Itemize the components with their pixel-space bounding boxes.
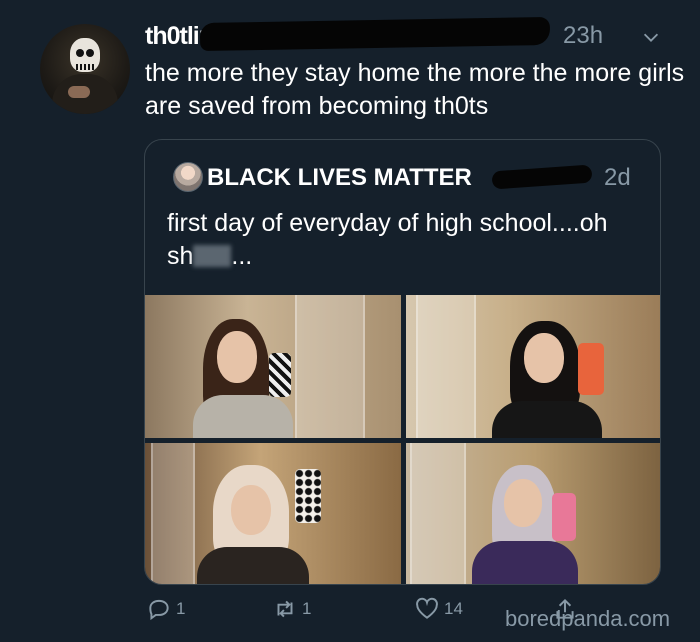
door [295,295,365,438]
door [151,443,195,584]
photo-1[interactable] [145,295,401,438]
like-button[interactable]: 14 [414,596,463,622]
door [416,295,476,438]
phone [552,493,576,541]
retweet-button[interactable]: 1 [272,596,311,622]
face [231,485,271,535]
shirt [193,395,293,438]
photo-4[interactable] [406,443,660,584]
phone [578,343,604,395]
phone [295,469,321,523]
face [217,331,257,383]
blurred-word [193,245,232,267]
quoted-name: BLACK LIVES MATTER [207,164,472,191]
shirt [197,547,309,584]
tweet-text: the more they stay home the more the mor… [145,59,685,120]
quoted-redaction-bar [491,164,593,190]
photo-2[interactable] [406,295,660,438]
quoted-tweet[interactable]: BLACK LIVES MATTER 2d first day of every… [144,139,661,585]
quoted-text-end: ... [231,242,253,270]
shirt [492,401,602,438]
retweet-icon [277,600,293,618]
reply-count: 1 [176,599,186,618]
watermark: boredpanda.com [505,606,671,631]
reply-icon [149,599,169,621]
like-count: 14 [444,599,463,618]
quoted-avatar [173,162,203,192]
quoted-time: 2d [604,164,631,191]
photo-3[interactable] [145,443,401,584]
chevron-down-icon[interactable] [640,26,662,48]
skull-jaw [76,64,94,70]
like-icon [416,597,438,619]
photo-grid [145,295,660,584]
face [504,479,542,527]
redaction-bar [199,16,551,52]
shirt [472,541,578,584]
avatar-hand [68,86,90,98]
door [410,443,466,584]
retweet-count: 1 [302,599,312,618]
phone [269,353,291,397]
reply-button[interactable]: 1 [146,596,185,622]
avatar[interactable] [40,24,130,114]
quoted-text: first day of everyday of high school....… [167,207,627,273]
face [524,333,564,383]
tweet-time[interactable]: 23h [563,22,603,50]
